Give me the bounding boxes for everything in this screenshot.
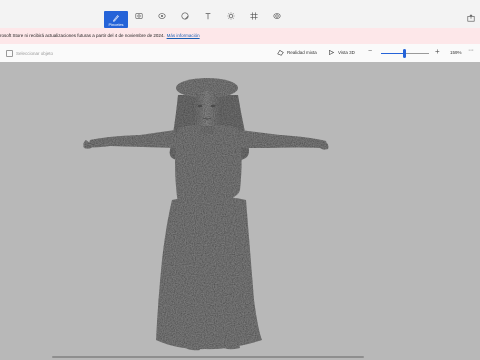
banner-message: rosoft Store ni recibirá actualizaciones… <box>0 28 200 44</box>
tool-bar: Pinceles <box>0 0 480 29</box>
zoom-slider-thumb[interactable] <box>403 49 406 58</box>
3d-library-tool-button[interactable] <box>267 10 287 28</box>
effects-icon <box>227 12 235 20</box>
3d-shapes-tool-button[interactable] <box>152 10 172 28</box>
more-options-button[interactable]: ··· <box>468 47 474 54</box>
stickers-icon <box>181 12 189 20</box>
3d-model-figure[interactable] <box>0 62 480 360</box>
brushes-tool-label: Pinceles <box>108 21 124 27</box>
text-tool-button[interactable] <box>198 10 218 28</box>
share-icon[interactable] <box>467 14 475 22</box>
info-banner: rosoft Store ni recibirá actualizaciones… <box>0 28 480 44</box>
command-bar: Seleccionar objeto Realidad mixta Vista … <box>0 44 480 63</box>
canvas-tool-button[interactable] <box>244 10 264 28</box>
select-object-placeholder: Seleccionar objeto <box>16 51 54 56</box>
zoom-slider-rest <box>406 53 429 54</box>
zoom-value: 159% <box>450 50 462 55</box>
effects-tool-button[interactable] <box>221 10 241 28</box>
2d-shapes-icon <box>135 13 143 19</box>
3d-view-label: Vista 3D <box>338 50 355 55</box>
canvas-area[interactable] <box>0 62 480 360</box>
canvas-icon <box>250 12 258 20</box>
banner-message-text: rosoft Store ni recibirá actualizaciones… <box>0 33 165 38</box>
3d-view-button[interactable]: Vista 3D <box>328 49 355 56</box>
3d-view-icon <box>329 49 335 56</box>
more-info-link[interactable]: Más información <box>167 33 200 38</box>
mixed-reality-icon <box>277 50 284 56</box>
zoom-in-button[interactable]: + <box>435 47 440 56</box>
horizontal-scrollbar[interactable] <box>52 356 364 358</box>
mixed-reality-button[interactable]: Realidad mixta <box>277 49 317 56</box>
2d-shapes-tool-button[interactable] <box>129 10 149 28</box>
3d-shapes-icon <box>158 13 166 19</box>
zoom-out-button[interactable]: − <box>368 48 372 55</box>
stickers-tool-button[interactable] <box>175 10 195 28</box>
text-icon <box>205 13 211 20</box>
brush-icon <box>112 14 119 22</box>
mixed-reality-label: Realidad mixta <box>287 50 317 55</box>
3d-library-icon <box>273 13 281 19</box>
select-object-icon <box>6 50 13 57</box>
select-object-dropdown[interactable]: Seleccionar objeto <box>6 50 53 57</box>
brushes-tool-button[interactable]: Pinceles <box>104 11 128 28</box>
